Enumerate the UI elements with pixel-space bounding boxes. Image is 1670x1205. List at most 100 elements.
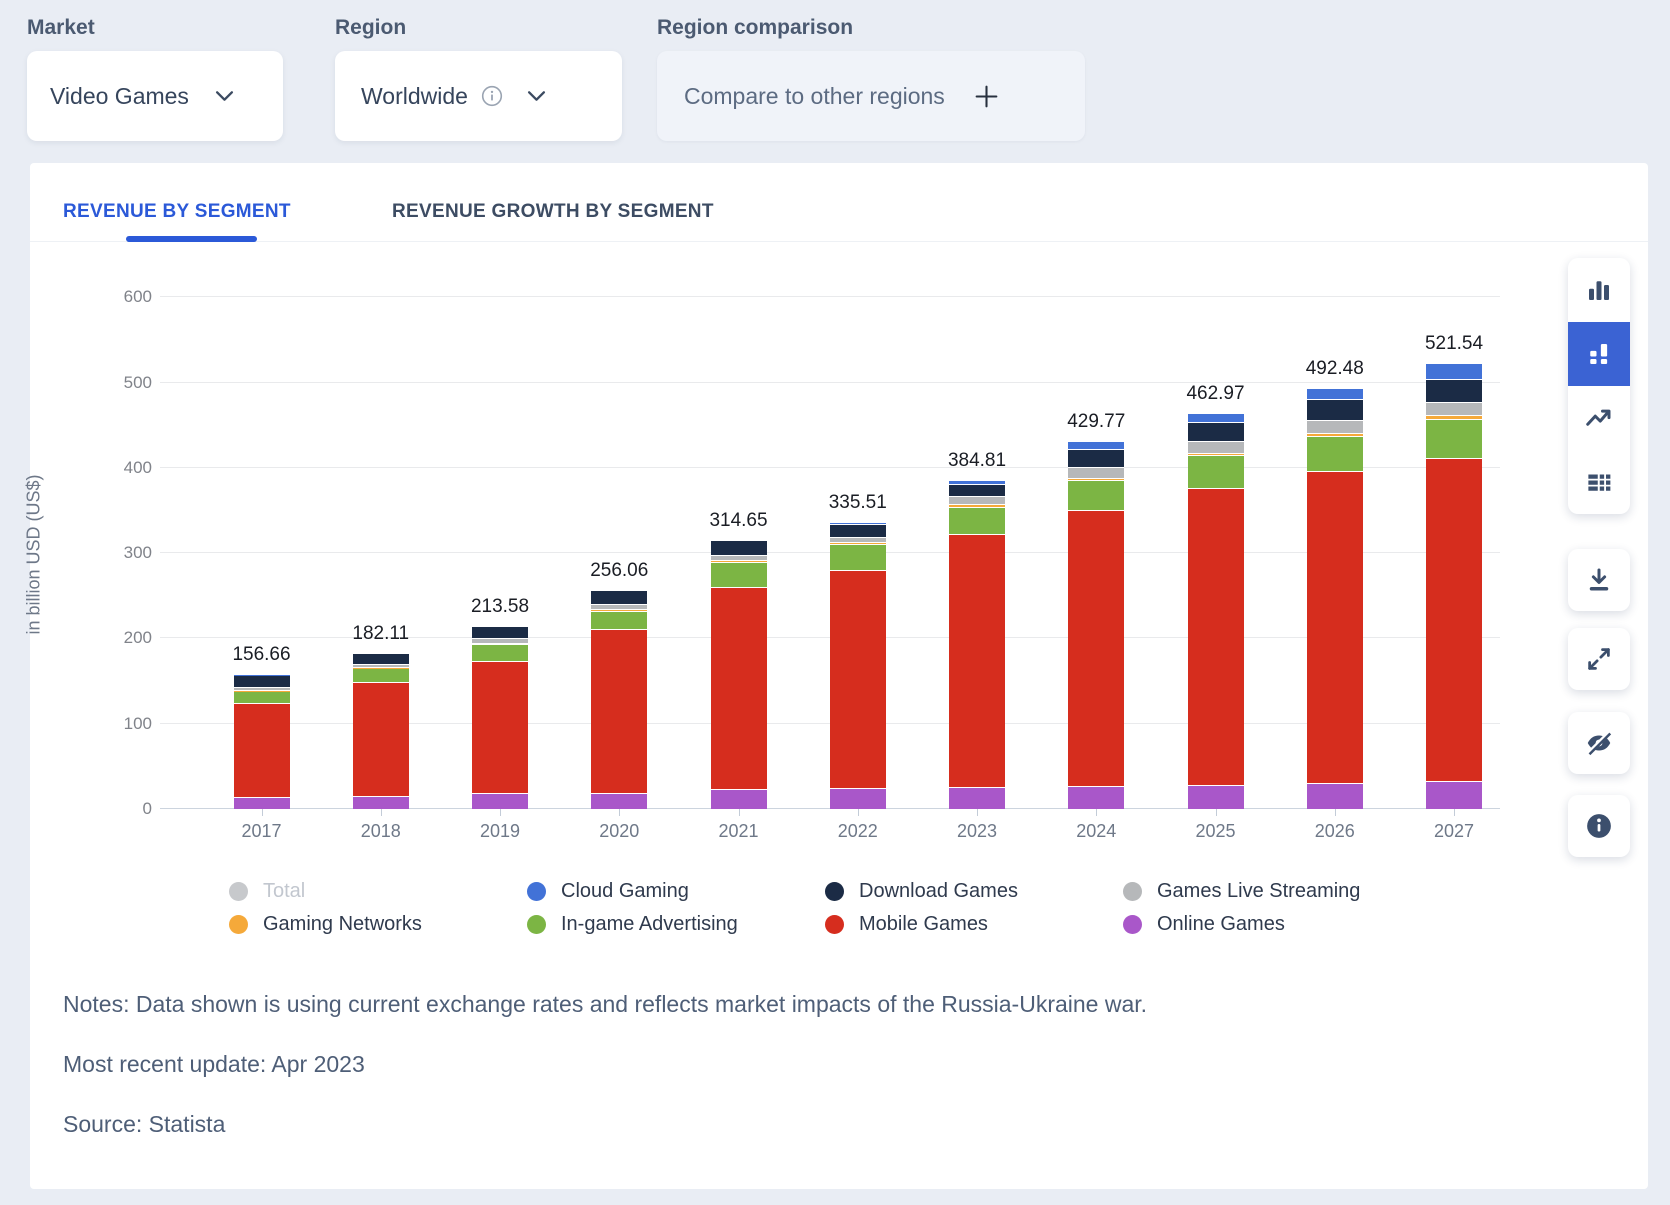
bar-segment-mobile-games[interactable]	[591, 630, 647, 794]
bar-segment-download-games[interactable]	[1426, 380, 1482, 403]
bar-segment-in-game-advertising[interactable]	[591, 612, 647, 630]
legend-item-cloud-gaming[interactable]: Cloud Gaming	[527, 879, 689, 903]
bar-segment-games-live-streaming[interactable]	[1068, 468, 1124, 479]
bar-2019[interactable]: 213.58	[472, 627, 528, 809]
bar-segment-download-games[interactable]	[472, 627, 528, 639]
in-game-advertising-legend-dot	[527, 915, 546, 934]
toolbar-button-line-chart[interactable]	[1568, 386, 1630, 450]
bar-segment-download-games[interactable]	[830, 525, 886, 538]
bar-2022[interactable]: 335.51	[830, 523, 886, 809]
bar-segment-mobile-games[interactable]	[830, 571, 886, 789]
legend-item-mobile-games[interactable]: Mobile Games	[825, 912, 988, 936]
bar-segment-online-games[interactable]	[1307, 784, 1363, 809]
bar-segment-download-games[interactable]	[591, 591, 647, 604]
market-dropdown[interactable]: Video Games	[27, 51, 283, 141]
bar-2027[interactable]: 521.54	[1426, 364, 1482, 809]
bar-segment-mobile-games[interactable]	[234, 704, 290, 799]
bar-2026[interactable]: 492.48	[1307, 389, 1363, 809]
bar-segment-download-games[interactable]	[1068, 450, 1124, 468]
bar-segment-in-game-advertising[interactable]	[1188, 456, 1244, 488]
x-axis-tick	[1454, 809, 1455, 816]
bar-segment-mobile-games[interactable]	[472, 662, 528, 794]
bar-segment-mobile-games[interactable]	[1188, 489, 1244, 786]
bar-segment-download-games[interactable]	[711, 541, 767, 555]
bar-segment-download-games[interactable]	[949, 485, 1005, 497]
bar-segment-games-live-streaming[interactable]	[1426, 403, 1482, 417]
bar-segment-download-games[interactable]	[353, 654, 409, 665]
x-axis-tick	[381, 809, 382, 816]
legend-item-games-live-streaming[interactable]: Games Live Streaming	[1123, 879, 1360, 903]
bar-segment-in-game-advertising[interactable]	[1068, 481, 1124, 511]
x-axis-label-2020: 2020	[574, 821, 664, 842]
bar-segment-online-games[interactable]	[1188, 786, 1244, 809]
region-dropdown[interactable]: Worldwide	[335, 51, 622, 141]
bar-segment-mobile-games[interactable]	[949, 535, 1005, 788]
toolbar-button-info[interactable]	[1568, 795, 1630, 857]
bar-segment-online-games[interactable]	[353, 797, 409, 809]
tab-divider	[30, 241, 1648, 242]
bar-segment-in-game-advertising[interactable]	[949, 508, 1005, 535]
bar-segment-online-games[interactable]	[472, 794, 528, 809]
legend-item-online-games[interactable]: Online Games	[1123, 912, 1285, 936]
bar-segment-online-games[interactable]	[1426, 782, 1482, 809]
tab-revenue-growth-by-segment[interactable]: REVENUE GROWTH BY SEGMENT	[392, 201, 714, 223]
bar-segment-in-game-advertising[interactable]	[472, 645, 528, 662]
bar-total-label: 256.06	[590, 560, 648, 582]
bar-segment-mobile-games[interactable]	[1068, 511, 1124, 787]
bar-2021[interactable]: 314.65	[711, 541, 767, 809]
bar-segment-in-game-advertising[interactable]	[353, 669, 409, 683]
bar-segment-in-game-advertising[interactable]	[711, 563, 767, 589]
bar-2018[interactable]: 182.11	[353, 654, 409, 809]
toolbar-button-bar-chart[interactable]	[1568, 258, 1630, 322]
bar-segment-cloud-gaming[interactable]	[1188, 414, 1244, 423]
bar-segment-in-game-advertising[interactable]	[1307, 437, 1363, 472]
bar-total-label: 213.58	[471, 596, 529, 618]
toolbar-button-stacked-bar-chart[interactable]	[1568, 322, 1630, 386]
bar-segment-games-live-streaming[interactable]	[1188, 442, 1244, 454]
bar-segment-online-games[interactable]	[830, 789, 886, 809]
toolbar-button-download[interactable]	[1568, 549, 1630, 611]
bar-segment-download-games[interactable]	[234, 676, 290, 689]
bar-segment-in-game-advertising[interactable]	[1426, 420, 1482, 459]
info-circle-icon[interactable]	[481, 85, 503, 107]
bar-segment-games-live-streaming[interactable]	[1307, 421, 1363, 433]
legend-item-total[interactable]: Total	[229, 879, 305, 903]
y-axis-title: in billion USD (US$)	[24, 405, 45, 705]
stacked-bar-chart: 156.662017182.112018213.582019256.062020…	[160, 293, 1500, 809]
expand-icon	[1584, 644, 1614, 674]
bar-segment-cloud-gaming[interactable]	[1307, 389, 1363, 400]
toolbar-button-expand[interactable]	[1568, 628, 1630, 690]
bar-2024[interactable]: 429.77	[1068, 442, 1124, 809]
legend-item-gaming-networks[interactable]: Gaming Networks	[229, 912, 422, 936]
bar-segment-mobile-games[interactable]	[1307, 472, 1363, 784]
bar-segment-online-games[interactable]	[591, 794, 647, 809]
bar-segment-download-games[interactable]	[1307, 400, 1363, 421]
bar-2017[interactable]: 156.66	[234, 675, 290, 809]
bar-segment-mobile-games[interactable]	[353, 683, 409, 797]
bar-segment-in-game-advertising[interactable]	[830, 545, 886, 571]
legend-item-download-games[interactable]: Download Games	[825, 879, 1018, 903]
bar-segment-mobile-games[interactable]	[711, 588, 767, 790]
x-axis-tick	[1096, 809, 1097, 816]
bar-segment-in-game-advertising[interactable]	[234, 692, 290, 703]
bar-2023[interactable]: 384.81	[949, 481, 1005, 809]
bar-segment-online-games[interactable]	[234, 798, 290, 809]
update-line: Most recent update: Apr 2023	[63, 1051, 1147, 1078]
bar-segment-cloud-gaming[interactable]	[1426, 364, 1482, 380]
bar-segment-mobile-games[interactable]	[1426, 459, 1482, 782]
tab-revenue-by-segment[interactable]: REVENUE BY SEGMENT	[63, 201, 291, 223]
bar-segment-games-live-streaming[interactable]	[949, 497, 1005, 505]
bar-segment-download-games[interactable]	[1188, 423, 1244, 442]
bar-segment-cloud-gaming[interactable]	[1068, 442, 1124, 449]
bar-2020[interactable]: 256.06	[591, 591, 647, 809]
legend-item-in-game-advertising[interactable]: In-game Advertising	[527, 912, 738, 936]
toolbar-button-hide[interactable]	[1568, 712, 1630, 774]
chevron-down-icon	[215, 90, 234, 102]
bar-segment-online-games[interactable]	[711, 790, 767, 809]
bar-segment-online-games[interactable]	[949, 788, 1005, 809]
y-tick-label-100: 100	[92, 714, 152, 734]
compare-regions-button[interactable]: Compare to other regions	[657, 51, 1085, 141]
toolbar-button-table[interactable]	[1568, 450, 1630, 514]
bar-segment-online-games[interactable]	[1068, 787, 1124, 809]
bar-2025[interactable]: 462.97	[1188, 414, 1244, 809]
